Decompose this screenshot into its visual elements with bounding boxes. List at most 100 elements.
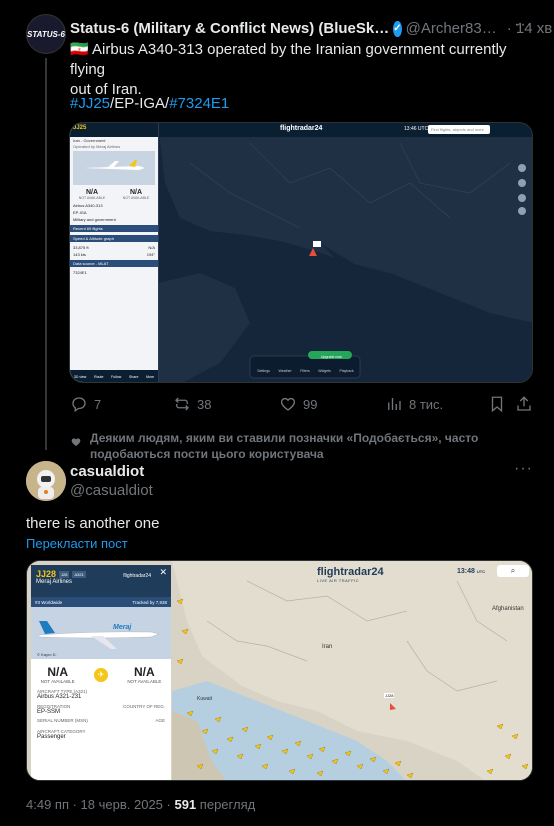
map-label-iran: Iran [322, 644, 333, 650]
astronaut-avatar-icon [26, 461, 66, 501]
aircraft-type-label: AIRCRAFT TYPE (A321) [37, 689, 88, 694]
age-label: AGE [155, 718, 165, 723]
verified-badge-icon: ✓ [393, 20, 402, 37]
widgets-item: Widgets [318, 369, 331, 373]
like-button[interactable]: 99 [279, 395, 317, 413]
fr24-tagline: LIVE AIR TRAFFIC [317, 578, 360, 583]
share-icon [517, 396, 531, 411]
filters-item: Filters [300, 369, 310, 373]
more-options-icon[interactable]: ··· [514, 16, 533, 34]
tab-route[interactable]: Route [94, 375, 103, 379]
arrival-airport: N/A [129, 189, 143, 196]
like-count: 99 [303, 396, 318, 412]
fr24-search-input: Find flights, airports and more [428, 125, 490, 134]
aircraft-photo: Meraj © Kayro D. [31, 607, 171, 659]
post-media-image[interactable]: flightradar24 LIVE AIR TRAFFIC 13:48 UTC… [26, 560, 533, 781]
msn-label: SERIAL NUMBER (MSN) [37, 718, 88, 723]
weather-item: Weather [278, 369, 292, 373]
flight-number: JJ28 [36, 569, 57, 579]
post-text: 🇮🇷 Airbus A340-313 operated by the Irani… [70, 40, 530, 100]
fr24-logo: flightradar24 LIVE AIR TRAFFIC [317, 566, 384, 583]
registration: EP-IGA [73, 210, 87, 215]
share-button[interactable] [515, 395, 533, 413]
playback-item: Playback [339, 369, 354, 373]
aircraft-livery-text: Meraj [113, 624, 132, 631]
display-name[interactable]: Status-6 (Military & Conflict News) (Blu… [70, 20, 389, 37]
thread-line [45, 58, 47, 450]
user-handle[interactable]: @casualdiot [70, 482, 153, 499]
fr24-panel-brand: flightradar24 [123, 573, 151, 579]
utc-time: 13:48 UTC [457, 568, 485, 575]
post-timestamp[interactable]: 4:49 пп · 18 черв. 2025 · [26, 797, 171, 812]
tab-share[interactable]: Share [129, 375, 138, 379]
reply-icon [72, 397, 86, 413]
liked-by-note: Деяким людям, яким ви ставили позначки «… [90, 430, 510, 462]
tracked-count: Tracked by 7,938 [132, 599, 167, 605]
flight-number: JJ25 [70, 123, 158, 137]
departure-airport: N/A [47, 665, 68, 679]
post-media-image[interactable]: JJ25 Iran - Government Operated by Meraj… [69, 122, 533, 383]
flight-details-panel: JJ28 J28 A321 Meraj Airlines flightradar… [31, 565, 171, 780]
post-tags: #JJ25/EP-IGA/#7324E1 [70, 94, 229, 114]
gps-altitude: N/A [148, 245, 155, 250]
hashtag-link[interactable]: #7324E1 [169, 95, 229, 112]
post-header: Status-6 (Military & Conflict News) (Blu… [70, 20, 552, 37]
aircraft-category: Passenger [37, 734, 66, 740]
category-label: AIRCRAFT CATEGORY [37, 729, 86, 734]
upgrade-button: Upgrade now [321, 355, 342, 359]
settings-item: Settings [257, 369, 270, 373]
utc-time-value: 13:48 [457, 568, 475, 575]
view-count: 8 тис. [409, 396, 444, 412]
hashtag-link[interactable]: #JJ25 [70, 95, 110, 112]
fr24-brand: flightradar24 [317, 566, 384, 578]
icao-address: 7324E1 [73, 270, 87, 275]
more-options-icon[interactable]: ··· [514, 460, 533, 478]
plane-icon: ✈ [94, 667, 108, 682]
avatar[interactable]: STATUS-6 [26, 14, 66, 54]
baro-altitude: 33,875 ft [73, 245, 89, 250]
iran-flag-icon: 🇮🇷 [70, 41, 89, 58]
repost-count: 38 [197, 396, 212, 412]
post-header: casualdiot @casualdiot [70, 463, 153, 499]
fr24-logo: flightradar24 [280, 125, 323, 132]
heart-small-icon [70, 435, 82, 453]
aircraft-category: Military and government [73, 217, 116, 222]
post-text: there is another one [26, 515, 160, 532]
repost-button[interactable]: 38 [173, 395, 211, 413]
aircraft-photo [73, 151, 155, 185]
user-handle[interactable]: @Archer83… [406, 20, 497, 37]
registration-text: /EP-IGA/ [110, 95, 170, 112]
country-label: COUNTRY OF REG. [123, 704, 165, 709]
arrival-status: NOT AVAILABLE [127, 679, 162, 684]
tab-follow[interactable]: Follow [111, 375, 121, 379]
avatar[interactable] [26, 461, 66, 501]
callsign-badge: J28 [59, 570, 70, 578]
reply-button[interactable]: 7 [70, 395, 101, 413]
map-label-afghanistan: Afghanistan [492, 606, 524, 612]
repost-icon [175, 397, 189, 411]
airline-name: Meraj Airlines [36, 579, 73, 585]
close-icon: ✕ [159, 567, 167, 577]
heart-icon [280, 397, 296, 411]
aircraft-callout: JJ28 [384, 693, 395, 698]
bookmark-button[interactable] [488, 395, 506, 413]
avatar-text: STATUS-6 [27, 29, 65, 39]
rank-label: #3 Worldwide [35, 599, 63, 605]
aircraft-type: Airbus A340-313 [73, 203, 103, 208]
track: 194° [146, 252, 155, 257]
display-name[interactable]: casualdiot [70, 463, 153, 480]
recent-flights-section: Recent 69 flights [70, 225, 158, 232]
operator-label: Iran - Government [73, 138, 106, 143]
post-meta: 4:49 пп · 18 черв. 2025 · 591 перегляд [26, 797, 255, 812]
analytics-icon [388, 398, 401, 410]
flight-details-panel: JJ25 Iran - Government Operated by Meraj… [70, 123, 158, 382]
arrival-airport: N/A [133, 665, 155, 679]
translate-post-link[interactable]: Перекласти пост [26, 536, 128, 551]
utc-time: 13:46 UTC [404, 126, 429, 132]
views-button[interactable]: 8 тис. [385, 395, 443, 413]
photo-credit: © Kayro D. [37, 652, 57, 657]
tab-more[interactable]: More [146, 375, 154, 379]
tab-3d-view[interactable]: 3D view [74, 375, 86, 379]
view-count: 591 [174, 797, 197, 812]
departure-airport: N/A [85, 189, 99, 196]
